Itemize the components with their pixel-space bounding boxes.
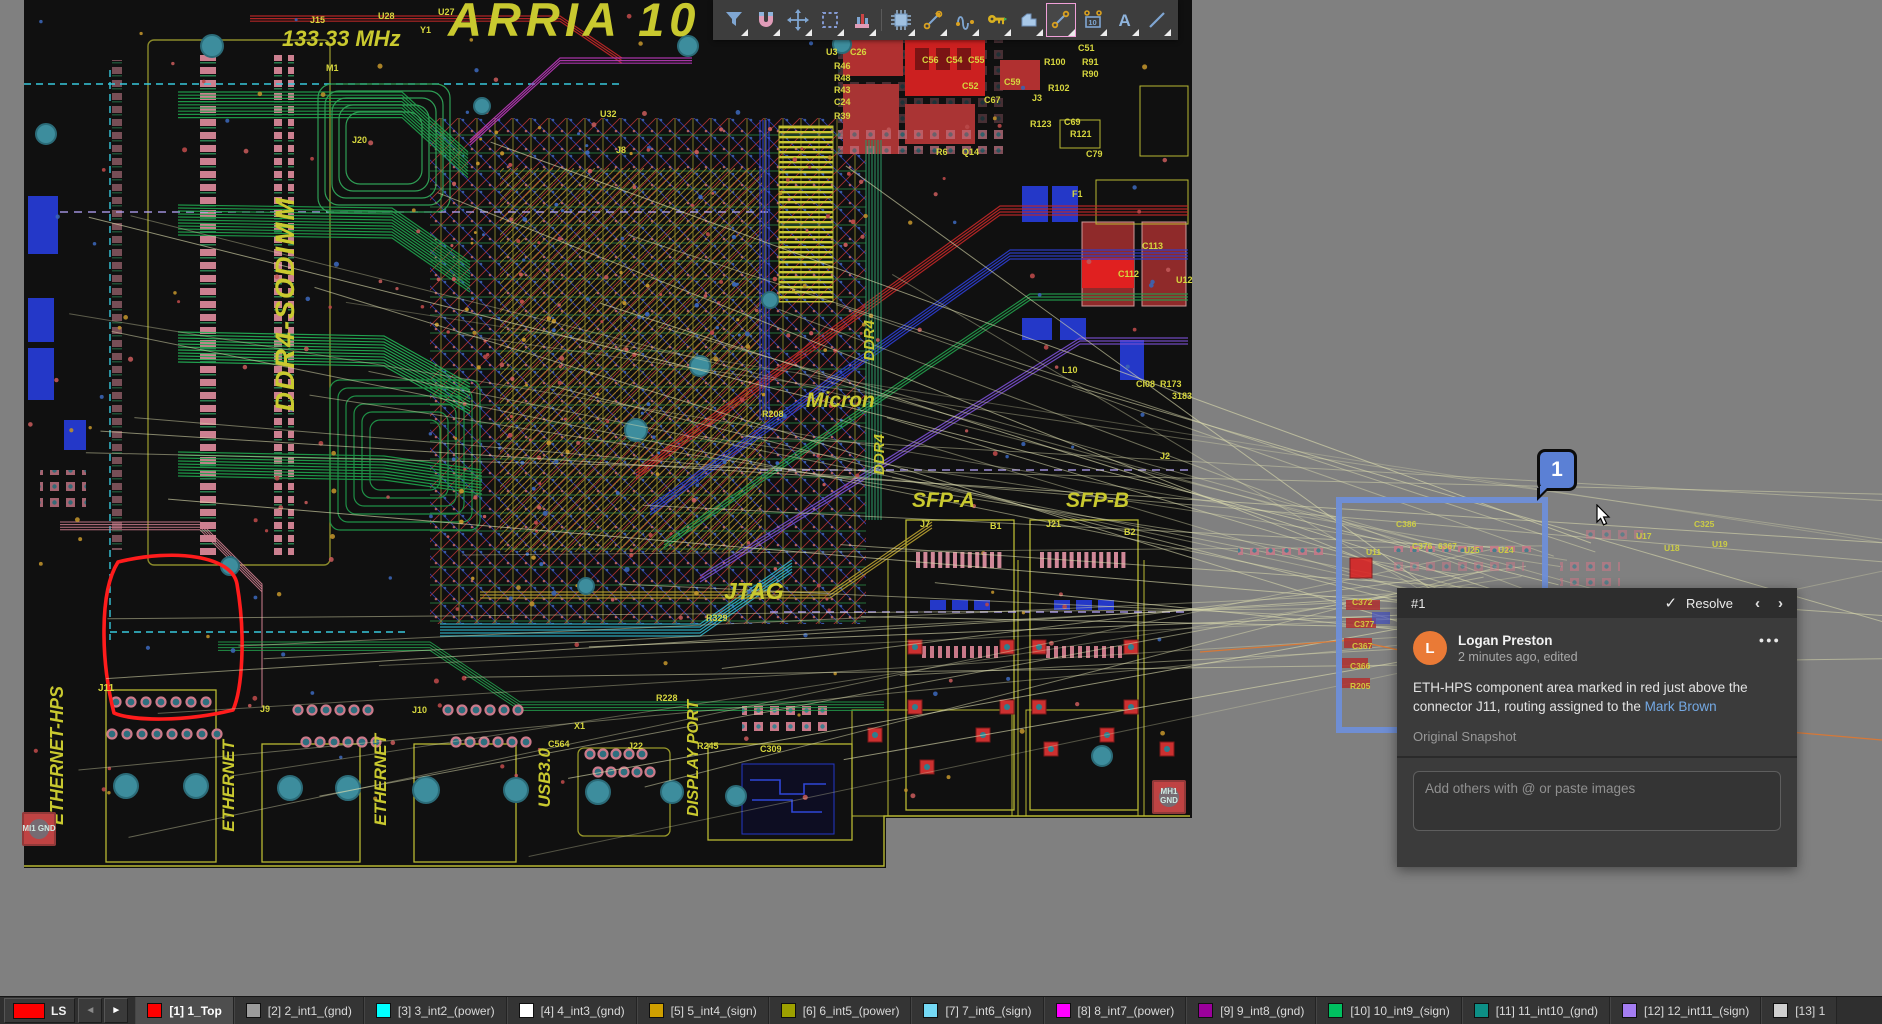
avatar: L: [1413, 631, 1447, 665]
layer-tab[interactable]: [12] 12_int11_(sign): [1610, 997, 1761, 1024]
layer-color-chip: [147, 1003, 162, 1018]
layer-tab[interactable]: [7] 7_int6_(sign): [911, 997, 1043, 1024]
layer-color-chip: [246, 1003, 261, 1018]
layer-tab-label: [7] 7_int6_(sign): [945, 1004, 1031, 1018]
viewer-toolbar: 10 A: [713, 0, 1178, 40]
layer-tab-label: [2] 2_int1_(gnd): [268, 1004, 352, 1018]
layer-color-chip: [519, 1003, 534, 1018]
polygon-plane-tool-button[interactable]: [1014, 3, 1044, 37]
layer-color-chip: [1198, 1003, 1213, 1018]
active-layer-swatch: [13, 1003, 45, 1019]
layer-tab-label: [3] 3_int2_(power): [398, 1004, 495, 1018]
layer-set-label: LS: [51, 1004, 66, 1018]
layer-tab-label: [9] 9_int8_(gnd): [1220, 1004, 1304, 1018]
key-icon: [986, 9, 1008, 31]
component-tool-button[interactable]: [886, 3, 916, 37]
layer-tab[interactable]: [13] 1: [1761, 997, 1837, 1024]
tune-icon: [954, 9, 976, 31]
layer-tab-label: [6] 6_int5_(power): [803, 1004, 900, 1018]
layer-tab[interactable]: [11] 11_int10_(gnd): [1462, 997, 1610, 1024]
mention-link[interactable]: Mark Brown: [1645, 699, 1717, 714]
layer-tab[interactable]: [9] 9_int8_(gnd): [1186, 997, 1316, 1024]
original-snapshot-link[interactable]: Original Snapshot: [1413, 729, 1781, 744]
resolve-button[interactable]: ✓ Resolve: [1664, 594, 1733, 612]
resolve-label: Resolve: [1686, 596, 1733, 611]
next-comment-button[interactable]: ›: [1778, 595, 1783, 612]
layers-scroll-left-button[interactable]: ◄: [78, 998, 102, 1023]
comment-menu-button[interactable]: ●●●: [1759, 635, 1781, 645]
measure-icon: [1050, 9, 1072, 31]
text-icon: A: [1119, 11, 1131, 30]
comment-author: Logan Preston: [1458, 633, 1578, 648]
ruler-grid-tool-button[interactable]: 10: [1078, 3, 1108, 37]
layers-scroll-right-button[interactable]: ►: [104, 998, 128, 1023]
layer-tab-label: [5] 5_int4_(sign): [671, 1004, 757, 1018]
layer-tabs: [1] 1_Top [2] 2_int1_(gnd) [3] 3_int2_(pow…: [135, 997, 1882, 1024]
layer-tab-label: [1] 1_Top: [169, 1004, 221, 1018]
layer-set-button[interactable]: LS: [4, 998, 75, 1023]
svg-text:10: 10: [1088, 18, 1096, 27]
comment-body: L Logan Preston 2 minutes ago, edited ●●…: [1397, 618, 1797, 744]
pcb-viewer-stage: ARRIA 10 133.33 MHz DDR4-SODIMM Micron D…: [0, 0, 1882, 1024]
layer-tab-label: [13] 1: [1795, 1004, 1825, 1018]
ruler-icon: 10: [1082, 9, 1104, 31]
layer-color-chip: [923, 1003, 938, 1018]
layer-tab-label: [8] 8_int7_(power): [1078, 1004, 1175, 1018]
polygon-icon: [1022, 14, 1036, 26]
layer-color-chip: [1773, 1003, 1788, 1018]
layer-tab-label: [12] 12_int11_(sign): [1644, 1004, 1749, 1018]
layer-tab[interactable]: [10] 10_int9_(sign): [1316, 997, 1461, 1024]
layer-tab[interactable]: [8] 8_int7_(power): [1044, 997, 1187, 1024]
comment-panel: #1 ✓ Resolve ‹ › L Logan Preston 2 minut…: [1397, 588, 1797, 867]
pcb-canvas[interactable]: [0, 0, 1882, 1024]
comment-id: #1: [1411, 596, 1425, 611]
layer-color-chip: [376, 1003, 391, 1018]
toolbar-separator: [881, 9, 882, 31]
magnet-tool-button[interactable]: [751, 3, 781, 37]
filter-icon: [726, 12, 742, 26]
measure-tool-button[interactable]: [1046, 3, 1076, 37]
layer-color-chip: [1328, 1003, 1343, 1018]
move-tool-button[interactable]: [783, 3, 813, 37]
prev-comment-button[interactable]: ‹: [1755, 595, 1760, 612]
filter-tool-button[interactable]: [719, 3, 749, 37]
reply-input[interactable]: [1413, 771, 1781, 831]
comment-timestamp: 2 minutes ago, edited: [1458, 650, 1578, 664]
line-icon: [1150, 13, 1164, 27]
layer-color-chip: [781, 1003, 796, 1018]
layer-tab[interactable]: [5] 5_int4_(sign): [637, 997, 769, 1024]
layer-color-chip: [649, 1003, 664, 1018]
signal-tune-tool-button[interactable]: [950, 3, 980, 37]
marquee-icon: [823, 13, 837, 27]
text-tool-button[interactable]: A: [1110, 3, 1140, 37]
chip-icon: [890, 9, 912, 31]
layer-color-chip: [1056, 1003, 1071, 1018]
probe-icon: [851, 9, 873, 31]
layer-tab[interactable]: [6] 6_int5_(power): [769, 997, 912, 1024]
check-icon: ✓: [1664, 594, 1677, 612]
cross-probe-tool-button[interactable]: [847, 3, 877, 37]
layer-color-chip: [1474, 1003, 1489, 1018]
layer-tab[interactable]: [1] 1_Top: [135, 997, 233, 1024]
layer-tab-label: [10] 10_int9_(sign): [1350, 1004, 1449, 1018]
comment-text: ETH-HPS component area marked in red jus…: [1413, 678, 1781, 716]
route-icon: [922, 9, 944, 31]
layer-tab[interactable]: [4] 4_int3_(gnd): [507, 997, 637, 1024]
layer-color-chip: [1622, 1003, 1637, 1018]
layer-tab[interactable]: [2] 2_int1_(gnd): [234, 997, 364, 1024]
line-draw-tool-button[interactable]: [1142, 3, 1172, 37]
comment-panel-header: #1 ✓ Resolve ‹ ›: [1397, 588, 1797, 618]
comment-reply-area: [1397, 756, 1797, 849]
layer-tab-label: [11] 11_int10_(gnd): [1496, 1004, 1598, 1018]
key-tool-button[interactable]: [982, 3, 1012, 37]
move-icon: [787, 9, 809, 31]
layer-tab-label: [4] 4_int3_(gnd): [541, 1004, 625, 1018]
layer-tab[interactable]: [3] 3_int2_(power): [364, 997, 507, 1024]
net-route-tool-button[interactable]: [918, 3, 948, 37]
layer-bar: LS ◄ ► [1] 1_Top [2] 2_int1_(gnd) [3] 3_in…: [0, 996, 1882, 1024]
area-select-tool-button[interactable]: [815, 3, 845, 37]
comment-marker-1[interactable]: 1: [1537, 449, 1577, 491]
